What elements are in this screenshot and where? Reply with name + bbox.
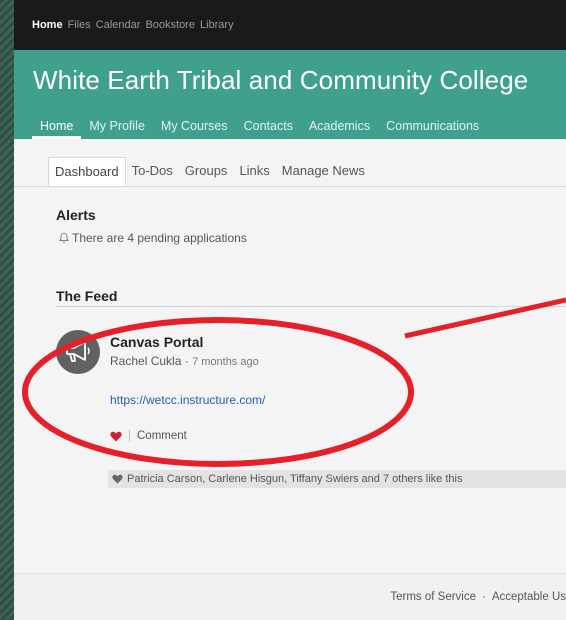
- avatar[interactable]: [56, 330, 100, 374]
- main-content: Dashboard To-Dos Groups Links Manage New…: [14, 139, 566, 573]
- post-author[interactable]: Rachel Cukla: [110, 354, 181, 368]
- site-banner: White Earth Tribal and Community College…: [14, 50, 566, 139]
- alert-item[interactable]: There are 4 pending applications: [58, 231, 247, 245]
- tab-manage-news[interactable]: Manage News: [276, 157, 371, 186]
- nav-my-profile[interactable]: My Profile: [81, 119, 153, 139]
- feed-heading: The Feed: [56, 288, 118, 304]
- topbar-home-link[interactable]: Home: [32, 19, 63, 31]
- post-meta: Rachel Cukla · 7 months ago: [110, 354, 259, 368]
- post-title[interactable]: Canvas Portal: [110, 334, 203, 350]
- nav-communications[interactable]: Communications: [378, 119, 487, 139]
- alerts-heading: Alerts: [56, 207, 96, 223]
- action-separator: |: [128, 430, 131, 442]
- terms-link[interactable]: Terms of Service: [390, 591, 476, 603]
- comment-button[interactable]: Comment: [137, 430, 187, 442]
- post-actions: | Comment: [110, 430, 187, 442]
- footer-separator: ·: [482, 591, 486, 603]
- tab-todos[interactable]: To-Dos: [126, 157, 179, 186]
- likes-summary: Patricia Carson, Carlene Hisgun, Tiffany…: [108, 470, 566, 488]
- main-nav: Home My Profile My Courses Contacts Acad…: [32, 119, 487, 139]
- top-bar: Home Files Calendar Bookstore Library: [14, 0, 566, 50]
- tabs-divider: [14, 186, 566, 187]
- bell-icon: [58, 232, 70, 243]
- site-title: White Earth Tribal and Community College: [33, 65, 529, 95]
- topbar-calendar-link[interactable]: Calendar: [96, 19, 141, 31]
- footer: Terms of Service · Acceptable Us: [14, 573, 566, 620]
- topbar-bookstore-link[interactable]: Bookstore: [145, 19, 195, 31]
- post-time: 7 months ago: [192, 356, 259, 368]
- alert-text: There are 4 pending applications: [72, 231, 247, 245]
- nav-contacts[interactable]: Contacts: [236, 119, 301, 139]
- tab-groups[interactable]: Groups: [179, 157, 234, 186]
- topbar-library-link[interactable]: Library: [200, 19, 234, 31]
- acceptable-use-link[interactable]: Acceptable Us: [492, 591, 566, 603]
- heart-icon[interactable]: [110, 431, 122, 442]
- feed-divider: [56, 306, 566, 307]
- topbar-files-link[interactable]: Files: [68, 19, 91, 31]
- nav-academics[interactable]: Academics: [301, 119, 378, 139]
- tab-dashboard[interactable]: Dashboard: [48, 157, 126, 186]
- sub-tabs: Dashboard To-Dos Groups Links Manage New…: [48, 157, 371, 186]
- meta-separator: ·: [184, 354, 189, 368]
- tab-links[interactable]: Links: [233, 157, 275, 186]
- browser-page: Home Files Calendar Bookstore Library Wh…: [14, 0, 566, 620]
- heart-icon: [112, 474, 123, 484]
- post-link[interactable]: https://wetcc.instructure.com/: [110, 393, 265, 407]
- likes-text[interactable]: Patricia Carson, Carlene Hisgun, Tiffany…: [127, 473, 462, 485]
- background-stripe: [0, 0, 14, 620]
- nav-home[interactable]: Home: [32, 119, 82, 139]
- nav-my-courses[interactable]: My Courses: [153, 119, 236, 139]
- megaphone-icon: [66, 341, 90, 362]
